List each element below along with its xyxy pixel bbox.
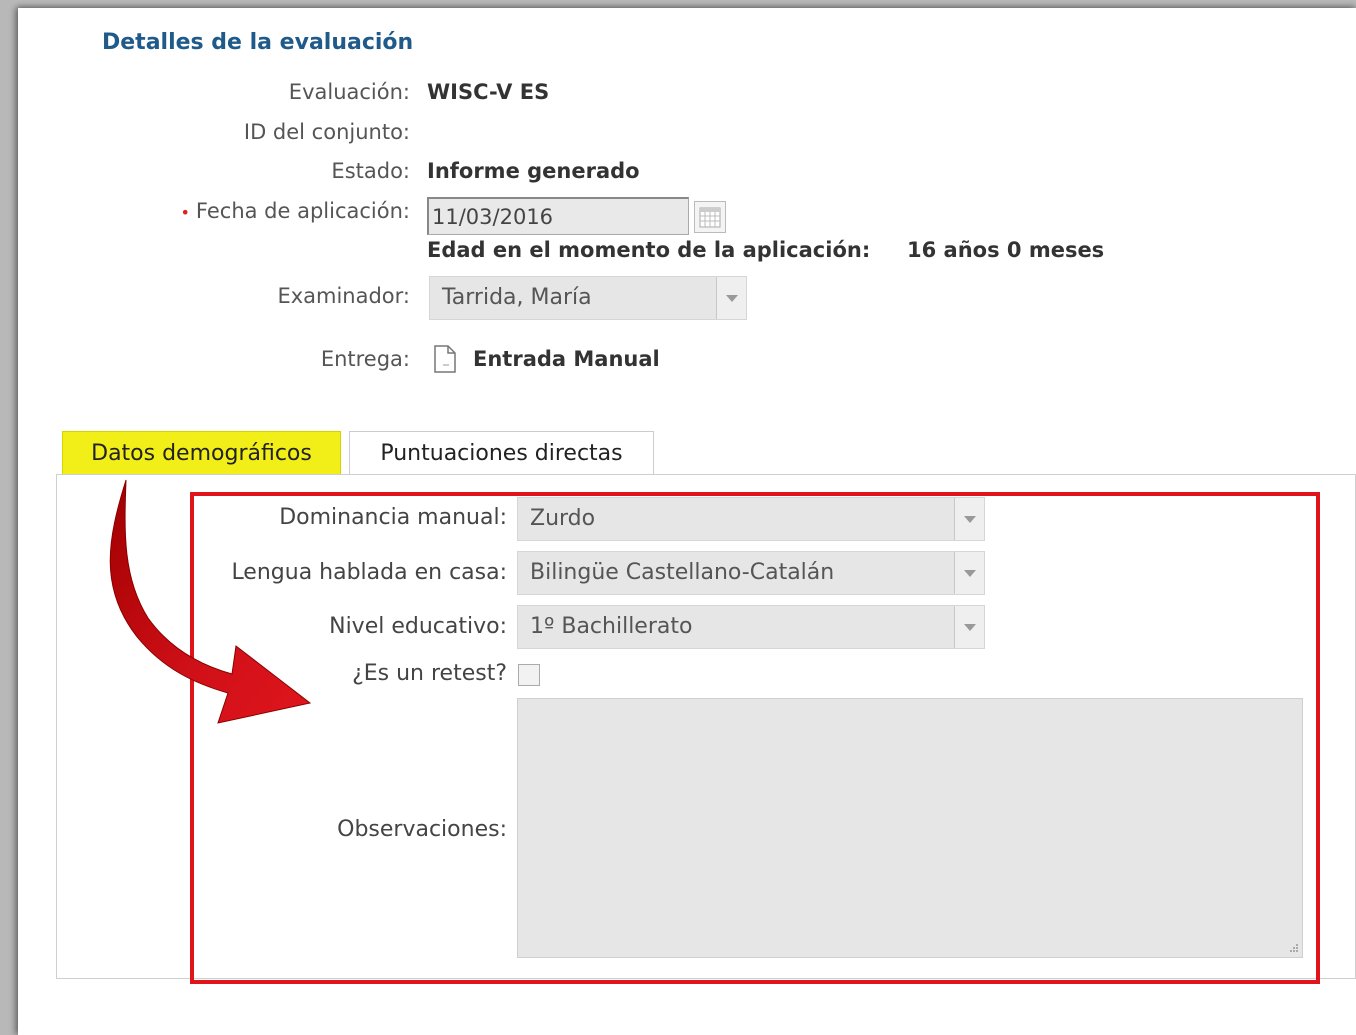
edad-value: 16 años 0 meses: [907, 238, 1105, 262]
examinador-label: Examinador:: [277, 284, 410, 308]
evaluacion-value: WISC-V ES: [427, 80, 550, 104]
fecha-input[interactable]: [427, 197, 689, 235]
entrega-value: Entrada Manual: [473, 347, 660, 371]
document-icon: [434, 345, 456, 373]
edad-label: Edad en el momento de la aplicación:: [427, 238, 871, 262]
entrega-label: Entrega:: [320, 347, 410, 371]
fecha-label-wrap: • Fecha de aplicación:: [180, 199, 410, 223]
tab-datos-demograficos[interactable]: Datos demográficos: [62, 431, 341, 478]
estado-label: Estado:: [331, 159, 410, 183]
annotation-highlight-box: [190, 492, 1320, 984]
fecha-label: Fecha de aplicación:: [195, 199, 410, 223]
annotation-arrow-icon: [109, 479, 312, 724]
evaluacion-label: Evaluación:: [288, 80, 410, 104]
evaluation-details-panel: Detalles de la evaluación Evaluación: WI…: [18, 8, 1356, 1035]
id-conjunto-label: ID del conjunto:: [243, 120, 410, 144]
tab-puntuaciones-directas[interactable]: Puntuaciones directas: [349, 431, 654, 475]
required-marker: •: [180, 203, 190, 222]
examinador-value: Tarrida, María: [442, 285, 592, 310]
calendar-icon: [699, 207, 721, 228]
estado-value: Informe generado: [427, 159, 640, 183]
chevron-down-icon[interactable]: [716, 277, 746, 319]
calendar-button[interactable]: [694, 201, 726, 233]
page-title: Detalles de la evaluación: [102, 30, 414, 55]
examinador-select[interactable]: Tarrida, María: [429, 276, 747, 320]
